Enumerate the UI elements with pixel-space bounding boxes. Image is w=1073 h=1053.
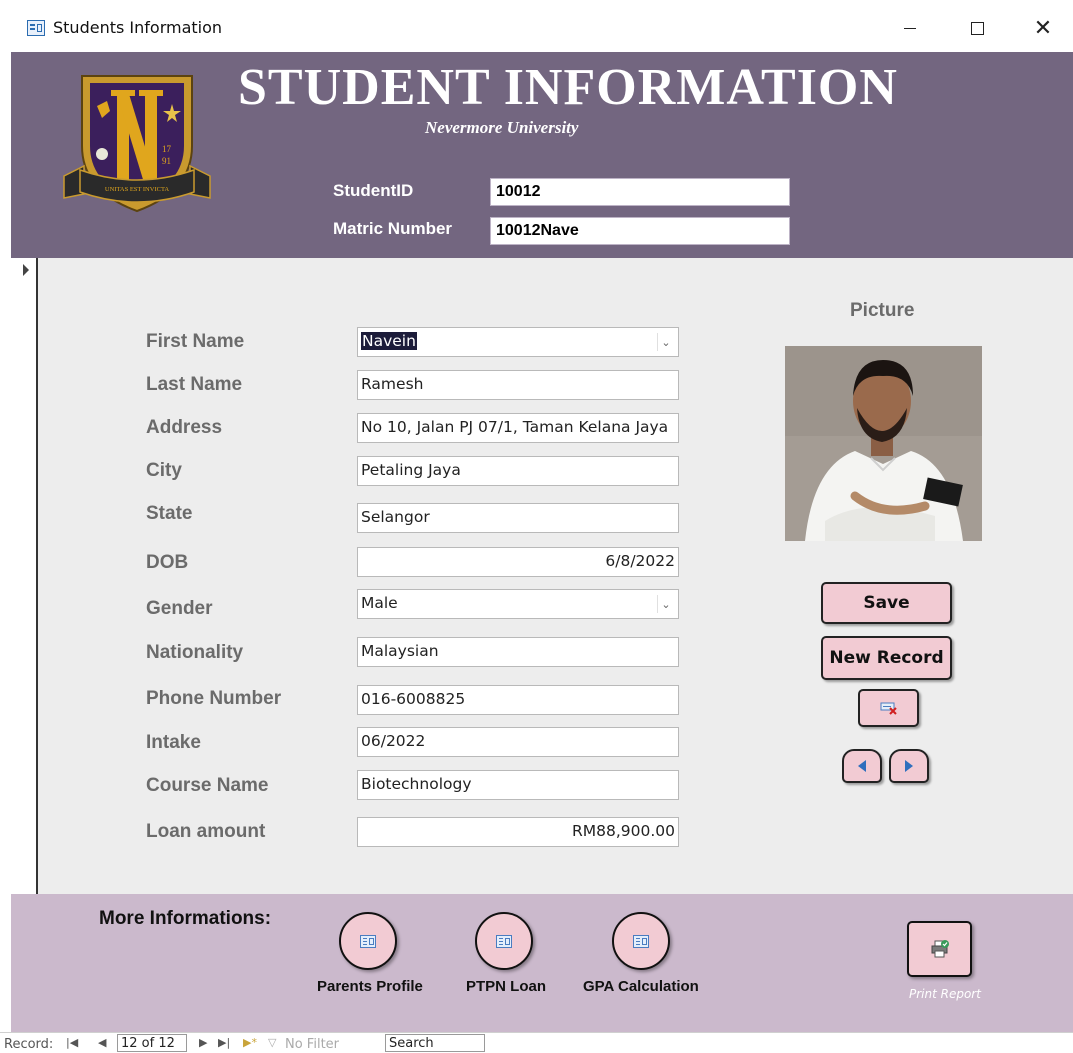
city-field[interactable]: Petaling Jaya [357, 456, 679, 486]
dob-label: DOB [146, 552, 189, 573]
nationality-label: Nationality [146, 642, 244, 663]
search-input[interactable]: Search [385, 1034, 485, 1052]
more-informations-label: More Informations: [99, 908, 272, 929]
delete-record-button[interactable] [858, 689, 919, 727]
printer-icon [931, 940, 949, 958]
student-id-label: StudentID [333, 181, 414, 200]
picture-label: Picture [850, 300, 915, 321]
gpa-calculation-button[interactable] [612, 912, 670, 970]
next-record-nav-icon[interactable]: ▶ [199, 1036, 207, 1049]
loan-amount-field[interactable]: RM88,900.00 [357, 817, 679, 847]
no-filter-indicator[interactable]: No Filter [285, 1037, 339, 1052]
next-record-button[interactable] [889, 749, 929, 783]
page-title: STUDENT INFORMATION [238, 59, 898, 116]
close-icon: ✕ [1033, 15, 1053, 41]
current-record-position[interactable]: 12 of 12 [117, 1034, 187, 1052]
crest-year-text: 91 [162, 156, 171, 166]
gender-label: Gender [146, 598, 213, 619]
matric-number-field[interactable]: 10012Nave [490, 217, 790, 245]
university-crest-logo: 17 91 UNITAS EST INVICTA [62, 66, 212, 216]
new-record-button[interactable]: New Record [821, 636, 952, 680]
ptpn-loan-label: PTPN Loan [466, 978, 547, 995]
maximize-button[interactable] [954, 10, 1000, 46]
parents-profile-button[interactable] [339, 912, 397, 970]
form-icon [360, 934, 376, 948]
first-name-label: First Name [146, 331, 245, 352]
chevron-down-icon[interactable]: ⌄ [657, 333, 674, 351]
form-icon [496, 934, 512, 948]
filter-icon: ▽ [268, 1036, 277, 1049]
last-name-label: Last Name [146, 374, 243, 395]
course-name-label: Course Name [146, 775, 269, 796]
student-id-field[interactable]: 10012 [490, 178, 790, 206]
ptpn-loan-button[interactable] [475, 912, 533, 970]
current-record-icon [23, 264, 29, 276]
state-field[interactable]: Selangor [357, 503, 679, 533]
delete-record-icon [880, 702, 897, 715]
maximize-icon [970, 21, 984, 35]
next-record-icon [905, 760, 913, 772]
minimize-icon [904, 27, 916, 29]
matric-number-label: Matric Number [333, 219, 453, 238]
crest-year-text: 17 [162, 144, 172, 154]
first-name-value: Navein [361, 332, 417, 350]
gender-value: Male [361, 594, 398, 612]
new-blank-record-icon[interactable]: ▶* [243, 1036, 257, 1049]
intake-field[interactable]: 06/2022 [357, 727, 679, 757]
address-label: Address [146, 417, 223, 438]
record-label: Record: [4, 1037, 54, 1052]
phone-number-field[interactable]: 016-6008825 [357, 685, 679, 715]
city-label: City [146, 460, 182, 481]
loan-amount-label: Loan amount [146, 821, 266, 842]
form-icon [633, 934, 649, 948]
intake-label: Intake [146, 732, 201, 753]
print-report-label: Print Report [909, 987, 981, 1001]
gender-combo[interactable]: Male ⌄ [357, 589, 679, 619]
close-button[interactable]: ✕ [1020, 10, 1066, 46]
phone-number-label: Phone Number [146, 688, 282, 709]
crest-motto-text: UNITAS EST INVICTA [105, 186, 170, 193]
form-icon [27, 20, 45, 36]
last-name-field[interactable]: Ramesh [357, 370, 679, 400]
parents-profile-label: Parents Profile [317, 978, 423, 995]
print-report-button[interactable] [907, 921, 972, 977]
first-record-icon[interactable]: |◀ [66, 1036, 78, 1049]
previous-record-nav-icon[interactable]: ◀ [98, 1036, 106, 1049]
university-subtitle: Nevermore University [425, 118, 579, 137]
chevron-down-icon[interactable]: ⌄ [657, 595, 674, 613]
address-field[interactable]: No 10, Jalan PJ 07/1, Taman Kelana Jaya [357, 413, 679, 443]
save-button[interactable]: Save [821, 582, 952, 624]
record-selector[interactable] [11, 258, 38, 894]
nationality-field[interactable]: Malaysian [357, 637, 679, 667]
minimize-button[interactable] [887, 10, 933, 46]
window-title: Students Information [53, 18, 223, 37]
course-name-field[interactable]: Biotechnology [357, 770, 679, 800]
student-photo[interactable] [785, 346, 982, 541]
state-label: State [146, 503, 193, 524]
dob-field[interactable]: 6/8/2022 [357, 547, 679, 577]
gpa-calculation-label: GPA Calculation [583, 978, 699, 995]
previous-record-button[interactable] [842, 749, 882, 783]
previous-record-icon [858, 760, 866, 772]
first-name-combo[interactable]: Navein ⌄ [357, 327, 679, 357]
last-record-icon[interactable]: ▶| [218, 1036, 230, 1049]
